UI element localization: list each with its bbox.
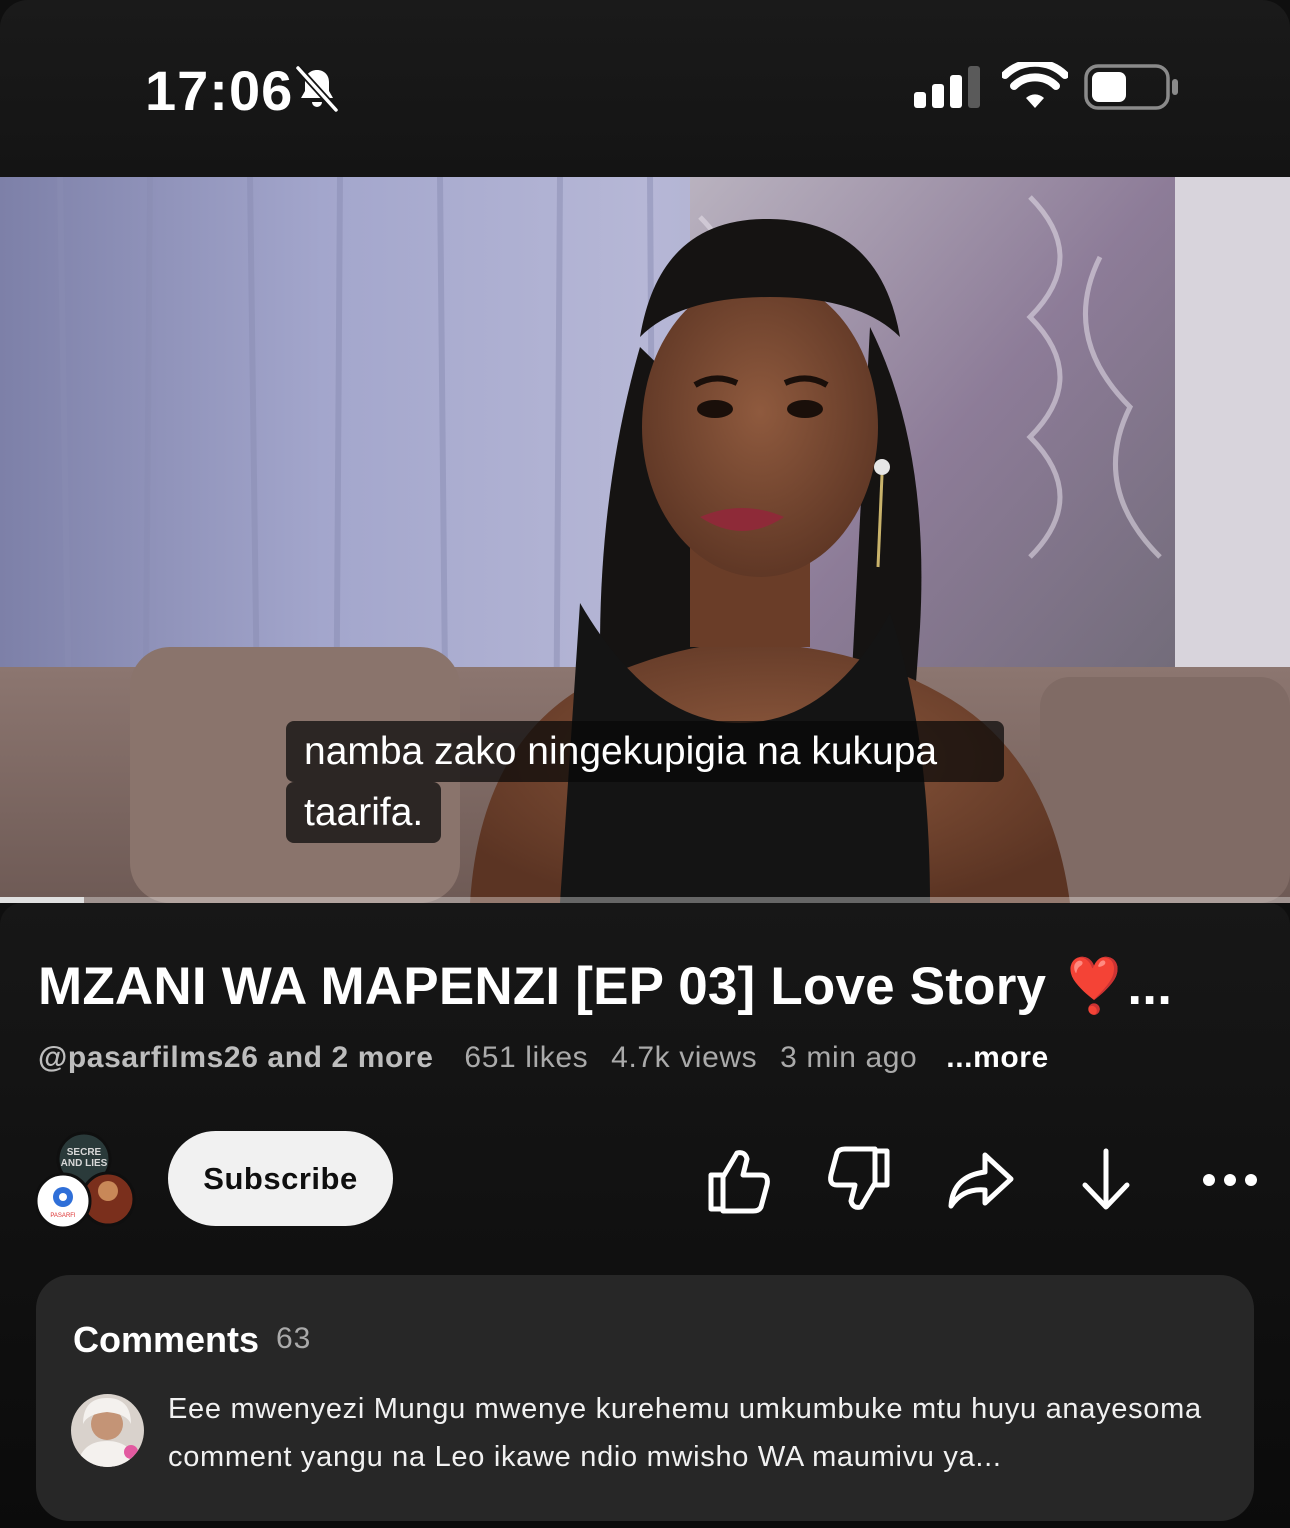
commenter-avatar bbox=[71, 1394, 144, 1467]
bell-slash-icon bbox=[295, 65, 339, 113]
view-count: 4.7k views bbox=[611, 1041, 758, 1074]
channel-name[interactable]: @pasarfilms26 and 2 more bbox=[38, 1041, 433, 1074]
like-count: 651 likes bbox=[464, 1041, 589, 1074]
video-player[interactable]: namba zako ningekupigia na kukupa taarif… bbox=[0, 177, 1290, 903]
svg-text:AND LIES: AND LIES bbox=[61, 1158, 108, 1169]
thumbs-down-icon[interactable] bbox=[825, 1145, 895, 1215]
comments-title: Comments bbox=[73, 1319, 260, 1360]
status-time: 17:06 bbox=[145, 59, 294, 122]
download-icon[interactable] bbox=[1071, 1145, 1141, 1215]
more-icon[interactable] bbox=[1195, 1145, 1265, 1215]
thumbs-up-icon[interactable] bbox=[703, 1145, 773, 1215]
battery-icon bbox=[1084, 64, 1178, 110]
comments-count: 63 bbox=[276, 1322, 312, 1355]
video-details-panel: MZANI WA MAPENZI [EP 03] Love Story ❣️..… bbox=[0, 903, 1290, 1528]
video-caption: namba zako ningekupigia na kukupa taarif… bbox=[286, 721, 1004, 843]
cellular-signal-icon bbox=[914, 66, 980, 108]
svg-text:PASARFI: PASARFI bbox=[50, 1213, 76, 1219]
channel-avatars[interactable]: SECRE AND LIES PASARFI bbox=[36, 1131, 136, 1231]
video-meta[interactable]: @pasarfilms26 and 2 more 651 likes 4.7k … bbox=[38, 1041, 1049, 1075]
subscribe-button[interactable]: Subscribe bbox=[168, 1131, 393, 1226]
video-title[interactable]: MZANI WA MAPENZI [EP 03] Love Story ❣️..… bbox=[38, 955, 1172, 1017]
status-bar: 17:06 bbox=[0, 0, 1290, 177]
caption-line-1: namba zako ningekupigia na kukupa bbox=[286, 721, 1004, 782]
share-icon[interactable] bbox=[945, 1145, 1015, 1215]
caption-line-2: taarifa. bbox=[286, 782, 442, 843]
upload-age: 3 min ago bbox=[780, 1041, 918, 1074]
svg-text:SECRE: SECRE bbox=[67, 1147, 102, 1158]
more-link[interactable]: ...more bbox=[946, 1041, 1049, 1074]
wifi-icon bbox=[1002, 62, 1068, 108]
top-comment-text: Eee mwenyezi Mungu mwenye kurehemu umkum… bbox=[168, 1393, 1202, 1473]
comments-section[interactable]: Comments 63 Eee mwenyezi Mungu mwenye ku… bbox=[36, 1275, 1254, 1521]
